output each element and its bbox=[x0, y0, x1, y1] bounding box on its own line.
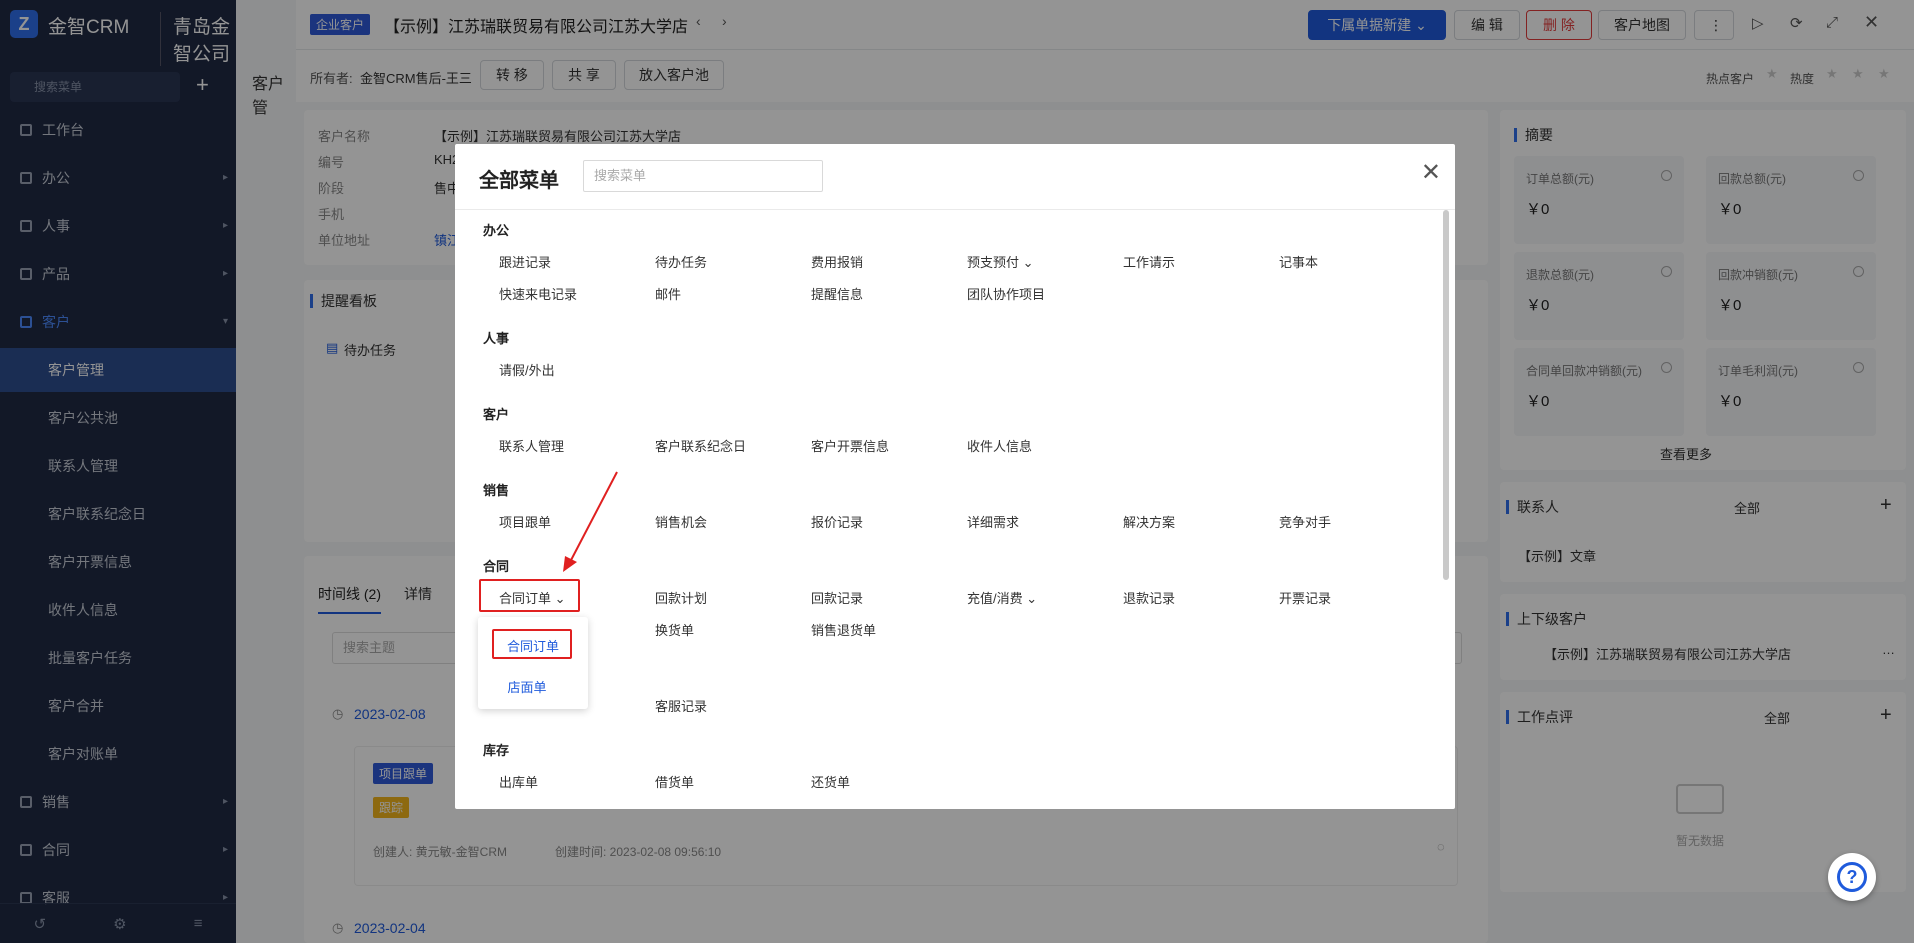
menu-item[interactable]: 回款计划 bbox=[655, 588, 707, 607]
menu-item[interactable]: 竞争对手 bbox=[1279, 512, 1331, 531]
menu-item[interactable]: 费用报销 bbox=[811, 252, 863, 271]
scrollbar[interactable] bbox=[1443, 210, 1449, 580]
help-button[interactable]: ? bbox=[1828, 853, 1876, 901]
menu-item[interactable]: 记事本 bbox=[1279, 252, 1318, 271]
group-inventory: 库存 bbox=[483, 743, 510, 758]
menu-item[interactable]: 借货单 bbox=[655, 772, 694, 791]
annotation-arrow bbox=[563, 471, 618, 572]
question-icon: ? bbox=[1837, 862, 1867, 892]
menu-item[interactable]: 出库单 bbox=[499, 772, 538, 791]
menu-item[interactable]: 还货单 bbox=[811, 772, 850, 791]
group-hr: 人事 bbox=[483, 331, 510, 346]
chevron-down-icon: ⌄ bbox=[1022, 255, 1034, 270]
menu-item[interactable]: 客服记录 bbox=[655, 696, 707, 715]
menu-item[interactable]: 客户联系纪念日 bbox=[655, 436, 746, 455]
group-customer: 客户 bbox=[483, 407, 510, 422]
menu-item[interactable]: 待办任务 bbox=[655, 252, 707, 271]
chevron-down-icon: ⌄ bbox=[554, 591, 566, 606]
group-office: 办公 bbox=[483, 223, 510, 238]
menu-item[interactable]: 项目跟单 bbox=[499, 512, 551, 531]
menu-item[interactable]: 工作请示 bbox=[1123, 252, 1175, 271]
group-sales: 销售 bbox=[483, 483, 510, 498]
menu-item[interactable]: 联系人管理 bbox=[499, 436, 564, 455]
menu-item[interactable]: 换货单 bbox=[655, 620, 694, 639]
modal-header: 全部菜单 搜索菜单 ✕ bbox=[455, 144, 1455, 210]
menu-item[interactable]: 销售机会 bbox=[655, 512, 707, 531]
menu-item[interactable]: 团队协作项目 bbox=[967, 284, 1045, 303]
chevron-down-icon: ⌄ bbox=[1026, 591, 1038, 606]
dropdown-option-store-order[interactable]: 店面单 bbox=[472, 677, 582, 696]
dropdown-option-contract-order[interactable]: 合同订单 bbox=[478, 636, 588, 655]
menu-item[interactable]: 预支预付 ⌄ bbox=[967, 252, 1034, 271]
menu-item[interactable]: 收件人信息 bbox=[967, 436, 1032, 455]
menu-item[interactable]: 提醒信息 bbox=[811, 284, 863, 303]
menu-item[interactable]: 回款记录 bbox=[811, 588, 863, 607]
menu-item[interactable]: 充值/消费 ⌄ bbox=[967, 588, 1037, 607]
menu-search-input[interactable]: 搜索菜单 bbox=[583, 160, 823, 192]
menu-item[interactable]: 退款记录 bbox=[1123, 588, 1175, 607]
close-icon[interactable]: ✕ bbox=[1421, 158, 1441, 187]
menu-item[interactable]: 解决方案 bbox=[1123, 512, 1175, 531]
group-contract: 合同 bbox=[483, 559, 510, 574]
menu-item[interactable]: 快速来电记录 bbox=[499, 284, 577, 303]
menu-item[interactable]: 请假/外出 bbox=[499, 360, 555, 379]
menu-item[interactable]: 报价记录 bbox=[811, 512, 863, 531]
contract-order-menu[interactable]: 合同订单 ⌄ bbox=[499, 588, 566, 607]
menu-item[interactable]: 销售退货单 bbox=[811, 620, 876, 639]
modal-title: 全部菜单 bbox=[479, 170, 559, 192]
menu-item[interactable]: 邮件 bbox=[655, 284, 681, 303]
menu-item[interactable]: 详细需求 bbox=[967, 512, 1019, 531]
menu-item[interactable]: 客户开票信息 bbox=[811, 436, 889, 455]
menu-item[interactable]: 跟进记录 bbox=[499, 252, 551, 271]
contract-order-dropdown: 合同订单 店面单 bbox=[478, 617, 588, 709]
menu-item[interactable]: 开票记录 bbox=[1279, 588, 1331, 607]
